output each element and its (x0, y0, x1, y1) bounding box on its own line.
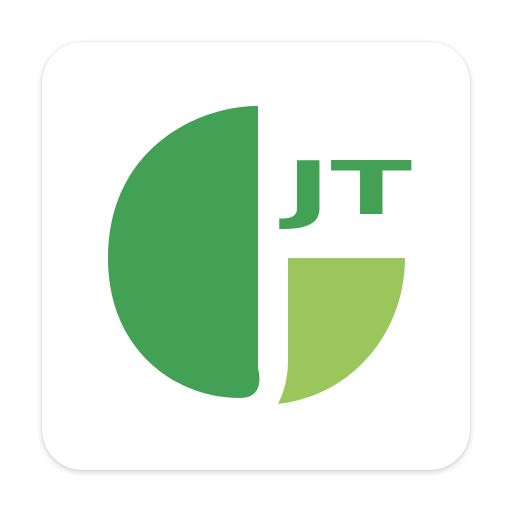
logo-light-green-shape (278, 258, 405, 404)
logo-dark-green-shape (108, 106, 260, 398)
logo-text: JT (278, 146, 413, 232)
jt-logo-icon: JT (108, 106, 413, 404)
app-icon-canvas: JT (0, 0, 512, 512)
